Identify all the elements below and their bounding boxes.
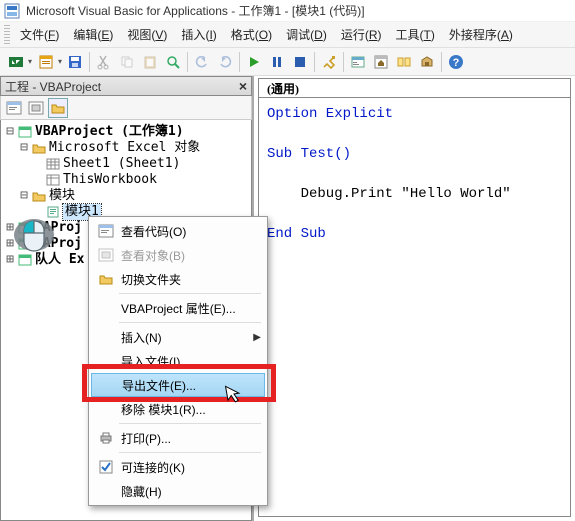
menu-format[interactable]: 格式(O) [225,24,278,45]
ctx-separator [119,322,261,323]
submenu-arrow-icon: ▶ [253,332,261,343]
printer-icon [95,428,117,448]
code-panel: (通用) Option Explicit Sub Test() Debug.Pr… [254,76,575,521]
app-title: Microsoft Visual Basic for Applications … [26,2,365,19]
code-text: Option Explicit Sub Test() Debug.Print "… [267,104,562,244]
menu-file[interactable]: 文件(F) [14,24,65,45]
context-menu: 查看代码(O) 查看对象(B) 切换文件夹 VBAProject 属性(E)..… [88,216,268,506]
ctx-remove-module[interactable]: 移除 模块1(R)... [91,397,265,421]
save-button[interactable] [64,51,86,73]
tree-grp-modules[interactable]: ⊟模块 [3,188,249,204]
redo-button[interactable] [214,51,236,73]
folder-icon [31,141,47,155]
code-icon [95,221,117,241]
project-explorer-title[interactable]: 工程 - VBAProject × [0,76,252,96]
project-explorer-toolbar [0,96,252,120]
tree-root[interactable]: ⊟VBAProject (工作簿1) [3,124,249,140]
copy-button[interactable] [116,51,138,73]
mouse-hint-icon [10,211,58,259]
paste-button[interactable] [139,51,161,73]
project-explorer-title-text: 工程 - VBAProject [5,78,101,95]
ctx-view-object: 查看对象(B) [91,243,265,267]
menu-grip [4,25,10,45]
ctx-separator [119,293,261,294]
properties-button[interactable] [370,51,392,73]
form-icon [95,245,117,265]
ctx-dockable[interactable]: 可连接的(K) [91,455,265,479]
ctx-separator [119,452,261,453]
project-explorer-button[interactable] [347,51,369,73]
ctx-view-code[interactable]: 查看代码(O) [91,219,265,243]
help-button[interactable]: ? [445,51,467,73]
tree-sheet1[interactable]: Sheet1 (Sheet1) [3,156,249,172]
view-host-button[interactable]: ▾ [4,50,33,74]
sheet-icon [45,157,61,171]
insert-module-button[interactable]: ▾ [34,50,63,74]
project-explorer-close-icon[interactable]: × [239,78,247,94]
code-editor[interactable]: Option Explicit Sub Test() Debug.Print "… [258,98,571,517]
toolbar: ▾ ▾ ? [0,48,575,76]
ctx-import-file[interactable]: 导入文件(I)... [91,349,265,373]
find-button[interactable] [162,51,184,73]
ctx-export-file[interactable]: 导出文件(E)... [91,373,265,397]
menu-view[interactable]: 视图(V) [121,24,173,45]
view-object-icon[interactable] [26,98,46,118]
menu-tools[interactable]: 工具(T) [390,24,441,45]
ctx-print[interactable]: 打印(P)... [91,426,265,450]
ctx-separator [119,423,261,424]
view-code-icon[interactable] [4,98,24,118]
ctx-properties[interactable]: VBAProject 属性(E)... [91,296,265,320]
menu-bar: 文件(F) 编辑(E) 视图(V) 插入(I) 格式(O) 调试(D) 运行(R… [0,22,575,48]
tree-thisworkbook[interactable]: ThisWorkbook [3,172,249,188]
check-icon [95,457,117,477]
app-icon [4,3,20,19]
title-bar: Microsoft Visual Basic for Applications … [0,0,575,22]
object-browser-button[interactable] [393,51,415,73]
run-button[interactable] [243,51,265,73]
design-mode-button[interactable] [318,51,340,73]
ctx-insert[interactable]: 插入(N)▶ [91,325,265,349]
tree-grp-excel[interactable]: ⊟Microsoft Excel 对象 [3,140,249,156]
folder-icon [31,189,47,203]
menu-insert[interactable]: 插入(I) [175,24,222,45]
workbook-icon [45,173,61,187]
folder-icon [95,269,117,289]
svg-text:?: ? [453,57,460,69]
toggle-folders-icon[interactable] [48,98,68,118]
ctx-hide[interactable]: 隐藏(H) [91,479,265,503]
code-object-dropdown[interactable]: (通用) [258,78,571,98]
undo-button[interactable] [191,51,213,73]
project-icon [17,125,33,139]
menu-debug[interactable]: 调试(D) [280,24,333,45]
menu-addins[interactable]: 外接程序(A) [443,24,519,45]
reset-button[interactable] [289,51,311,73]
ctx-toggle-folders[interactable]: 切换文件夹 [91,267,265,291]
break-button[interactable] [266,51,288,73]
toolbox-button[interactable] [416,51,438,73]
menu-run[interactable]: 运行(R) [335,24,388,45]
menu-edit[interactable]: 编辑(E) [67,24,119,45]
cut-button[interactable] [93,51,115,73]
